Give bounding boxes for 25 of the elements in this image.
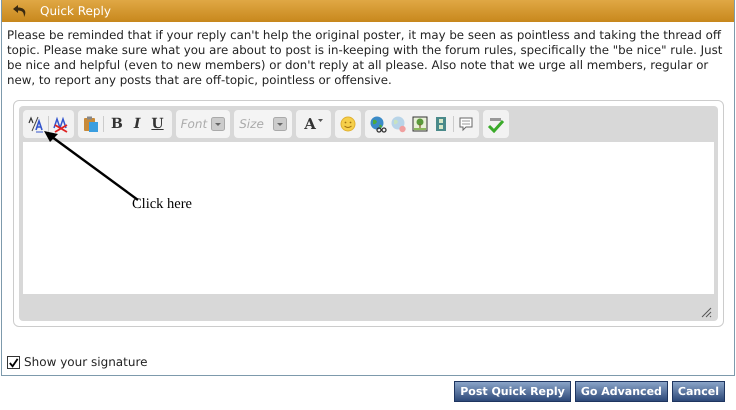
mode-switch-icon[interactable]: [27, 115, 45, 133]
annotation-text: Click here: [132, 196, 192, 213]
dropdown-icon: [211, 117, 226, 131]
dropdown-icon: [273, 117, 288, 131]
format-button[interactable]: B: [107, 116, 127, 132]
notice-text: Please be reminded that if your reply can't help the original poster, it may be seen as pointless and taking the thread off topic. Please make sure what you are about to post is in-keeping with the forum rules, specifically the "be nice" rule. Just be nice and helpful (even to new members) or don't reply at all please. Also note that we urge all members, regular or new, to report any posts that are off-topic, pointless or offensive.: [7, 28, 724, 88]
speech-bubble-icon[interactable]: [456, 115, 475, 133]
panel-title: Quick Reply: [40, 4, 111, 18]
signature-checkbox[interactable]: [7, 356, 20, 368]
remove-format-icon[interactable]: [52, 115, 70, 133]
action-button[interactable]: Post Quick Reply: [454, 381, 571, 402]
action-button[interactable]: Cancel: [672, 381, 725, 402]
clipboard-icon[interactable]: [82, 115, 100, 133]
font-color-button[interactable]: A: [300, 115, 327, 133]
signature-label: Show your signature: [24, 355, 148, 369]
smiley-icon[interactable]: [338, 115, 357, 133]
resize-grip-icon[interactable]: [700, 306, 712, 318]
action-button[interactable]: Go Advanced: [574, 381, 668, 402]
format-button[interactable]: U: [147, 116, 168, 132]
format-button[interactable]: I: [130, 116, 144, 132]
check-mark-icon[interactable]: [486, 115, 505, 133]
back-arrow-icon: [12, 4, 28, 18]
image-icon[interactable]: [410, 115, 429, 133]
globe-link-icon[interactable]: [368, 115, 387, 133]
caret-icon: [318, 119, 323, 122]
